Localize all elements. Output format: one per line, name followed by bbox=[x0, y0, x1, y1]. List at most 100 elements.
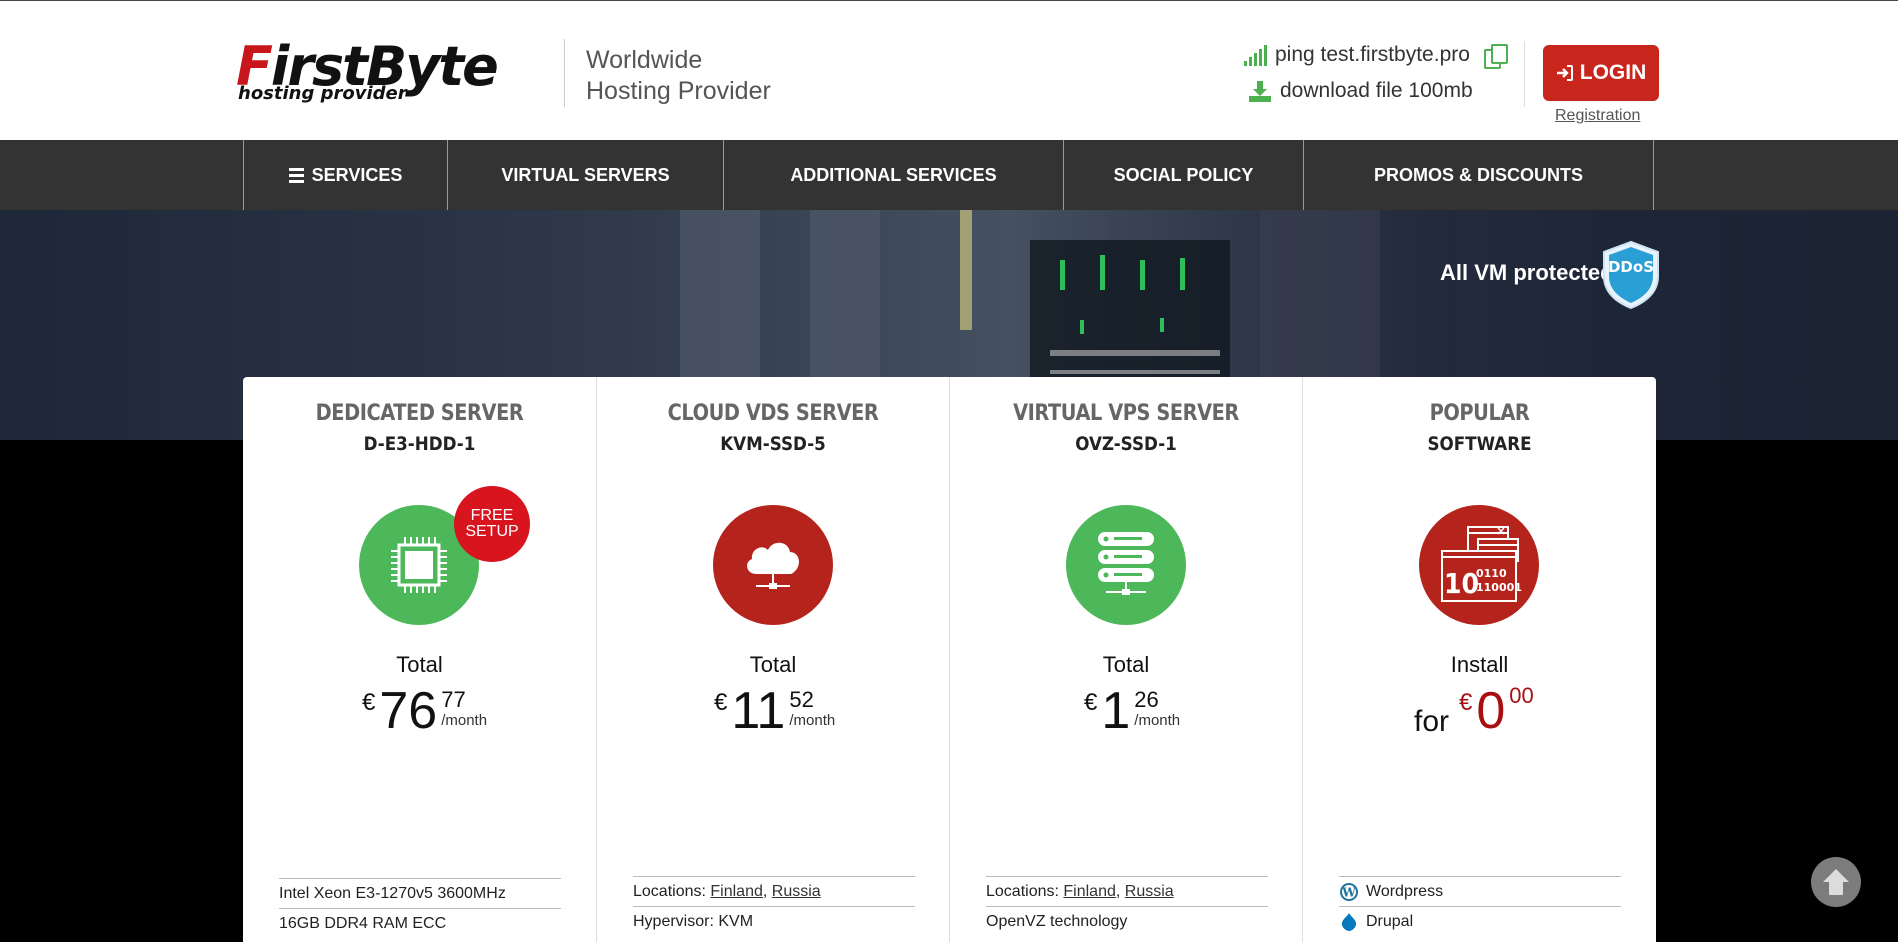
card-title: DEDICATED SERVER bbox=[315, 401, 524, 426]
currency: € bbox=[1084, 689, 1098, 716]
badge-line-1: FREE bbox=[470, 507, 514, 524]
separator: , bbox=[1115, 882, 1121, 900]
download-test[interactable]: download file 100mb bbox=[1248, 79, 1473, 103]
card-subtitle: SOFTWARE bbox=[1427, 433, 1532, 455]
price: for € 0 00 bbox=[1414, 683, 1534, 739]
card-title: CLOUD VDS SERVER bbox=[667, 401, 879, 426]
nav-item-additional-services[interactable]: ADDITIONAL SERVICES bbox=[723, 140, 1063, 210]
svg-text:0110: 0110 bbox=[1476, 567, 1507, 580]
svg-text:110001: 110001 bbox=[1476, 581, 1522, 594]
sign-in-icon bbox=[1556, 65, 1573, 81]
binary-code-icon: 10 0110 110001 bbox=[1441, 526, 1522, 602]
price-period: /month bbox=[1134, 712, 1181, 729]
tagline: Worldwide Hosting Provider bbox=[586, 45, 771, 107]
nav-item-virtual-servers[interactable]: VIRTUAL SERVERS bbox=[447, 140, 723, 210]
card-subtitle: OVZ-SSD-1 bbox=[1075, 433, 1177, 455]
cloud-icon bbox=[747, 542, 799, 589]
signal-icon bbox=[1244, 44, 1267, 66]
ddos-shield-icon: DDoS bbox=[1603, 240, 1659, 310]
main-nav: SERVICES VIRTUAL SERVERS ADDITIONAL SERV… bbox=[0, 140, 1898, 210]
software-label: Drupal bbox=[1366, 912, 1414, 930]
product-cards: DEDICATED SERVER D-E3-HDD-1 FREE SETUP T… bbox=[243, 377, 1656, 942]
server-circle bbox=[1066, 505, 1186, 625]
server-stack-icon bbox=[1098, 532, 1154, 595]
card-popular-software[interactable]: POPULAR SOFTWARE 10 0110 110001 Install bbox=[1302, 377, 1656, 942]
software-item-drupal[interactable]: Drupal bbox=[1339, 906, 1621, 936]
free-setup-badge: FREE SETUP bbox=[454, 486, 530, 562]
price-cents: 00 bbox=[1509, 683, 1534, 708]
currency: € bbox=[1459, 689, 1473, 716]
ping-label: ping test.firstbyte.pro bbox=[1275, 43, 1470, 66]
install-label: Install bbox=[1450, 652, 1509, 677]
menu-icon bbox=[288, 167, 304, 183]
price-cents: 26 bbox=[1134, 687, 1159, 712]
spec-row: Hypervisor: KVM bbox=[633, 906, 915, 936]
price: € 1 26 /month bbox=[1084, 683, 1180, 739]
arrow-up-icon bbox=[1823, 869, 1849, 895]
page: FirstByte hosting provider Worldwide Hos… bbox=[0, 0, 1898, 942]
tagline-line-2: Hosting Provider bbox=[586, 77, 771, 105]
card-subtitle: KVM-SSD-5 bbox=[720, 433, 826, 455]
spec-row: OpenVZ technology bbox=[986, 906, 1268, 936]
firstbyte-logo[interactable]: FirstByte hosting provider bbox=[236, 37, 546, 107]
spec-list: Locations: Finland, Russia OpenVZ techno… bbox=[986, 876, 1268, 936]
locations-label: Locations: bbox=[633, 882, 706, 900]
nav-item-promos[interactable]: PROMOS & DISCOUNTS bbox=[1303, 140, 1654, 210]
tagline-line-1: Worldwide bbox=[586, 46, 703, 74]
card-title: POPULAR bbox=[1429, 401, 1530, 426]
price-integer: 0 bbox=[1476, 682, 1506, 740]
software-label: Wordpress bbox=[1366, 882, 1444, 900]
price-cents: 52 bbox=[789, 687, 814, 712]
location-link-russia[interactable]: Russia bbox=[772, 883, 821, 901]
currency: € bbox=[714, 689, 728, 716]
nav-label: ADDITIONAL SERVICES bbox=[790, 164, 997, 185]
divider bbox=[564, 39, 565, 107]
ping-test: ping test.firstbyte.pro bbox=[1244, 43, 1508, 69]
card-dedicated-server[interactable]: DEDICATED SERVER D-E3-HDD-1 FREE SETUP T… bbox=[243, 377, 596, 942]
badge-line-2: SETUP bbox=[465, 523, 519, 540]
download-icon bbox=[1249, 81, 1271, 102]
location-link-russia[interactable]: Russia bbox=[1125, 883, 1174, 901]
scroll-to-top-button[interactable] bbox=[1811, 857, 1861, 907]
svg-text:W: W bbox=[1341, 885, 1356, 899]
drupal-icon bbox=[1341, 912, 1357, 931]
price-period: /month bbox=[441, 712, 488, 729]
spec-row: Intel Xeon E3-1270v5 3600MHz bbox=[279, 878, 561, 908]
registration-link[interactable]: Registration bbox=[1555, 107, 1640, 125]
nav-item-social-policy[interactable]: SOCIAL POLICY bbox=[1063, 140, 1303, 210]
cloud-circle bbox=[713, 505, 833, 625]
spec-list: Locations: Finland, Russia Hypervisor: K… bbox=[633, 876, 915, 936]
ddos-protection-text: All VM protected bbox=[1440, 260, 1614, 285]
spec-row-locations: Locations: Finland, Russia bbox=[986, 876, 1268, 906]
copy-icon[interactable] bbox=[1482, 43, 1508, 69]
price-period: /month bbox=[789, 712, 836, 729]
spec-row: 16GB DDR4 RAM ECC bbox=[279, 908, 561, 938]
for-label: for bbox=[1414, 705, 1450, 738]
nav-label: SOCIAL POLICY bbox=[1113, 164, 1254, 185]
login-button[interactable]: LOGIN bbox=[1543, 45, 1659, 101]
card-virtual-vps[interactable]: VIRTUAL VPS SERVER OVZ-SSD-1 Total € 1 2… bbox=[949, 377, 1302, 942]
nav-label: PROMOS & DISCOUNTS bbox=[1373, 164, 1583, 185]
site-header: FirstByte hosting provider Worldwide Hos… bbox=[0, 0, 1898, 140]
software-list: W Wordpress Drupal bbox=[1339, 876, 1621, 936]
svg-text:DDoS: DDoS bbox=[1608, 258, 1654, 276]
divider bbox=[1524, 41, 1525, 107]
wordpress-icon: W bbox=[1340, 882, 1358, 901]
locations-label: Locations: bbox=[986, 882, 1059, 900]
download-label: download file 100mb bbox=[1280, 79, 1473, 102]
total-label: Total bbox=[396, 652, 443, 677]
location-link-finland[interactable]: Finland bbox=[1063, 883, 1115, 901]
card-cloud-vds[interactable]: CLOUD VDS SERVER KVM-SSD-5 Total € 11 52… bbox=[596, 377, 949, 942]
currency: € bbox=[362, 689, 376, 716]
spec-list: Intel Xeon E3-1270v5 3600MHz 16GB DDR4 R… bbox=[279, 878, 561, 938]
software-item-wordpress[interactable]: W Wordpress bbox=[1339, 876, 1621, 906]
location-link-finland[interactable]: Finland bbox=[710, 883, 762, 901]
total-label: Total bbox=[1102, 652, 1150, 677]
price: € 11 52 /month bbox=[714, 683, 835, 739]
price: € 76 77 /month bbox=[362, 683, 487, 739]
binary-circle: 10 0110 110001 bbox=[1419, 505, 1539, 625]
svg-text:10: 10 bbox=[1444, 567, 1479, 600]
price-integer: 76 bbox=[379, 682, 438, 740]
nav-label: VIRTUAL SERVERS bbox=[501, 164, 670, 185]
nav-item-services[interactable]: SERVICES bbox=[243, 140, 447, 210]
